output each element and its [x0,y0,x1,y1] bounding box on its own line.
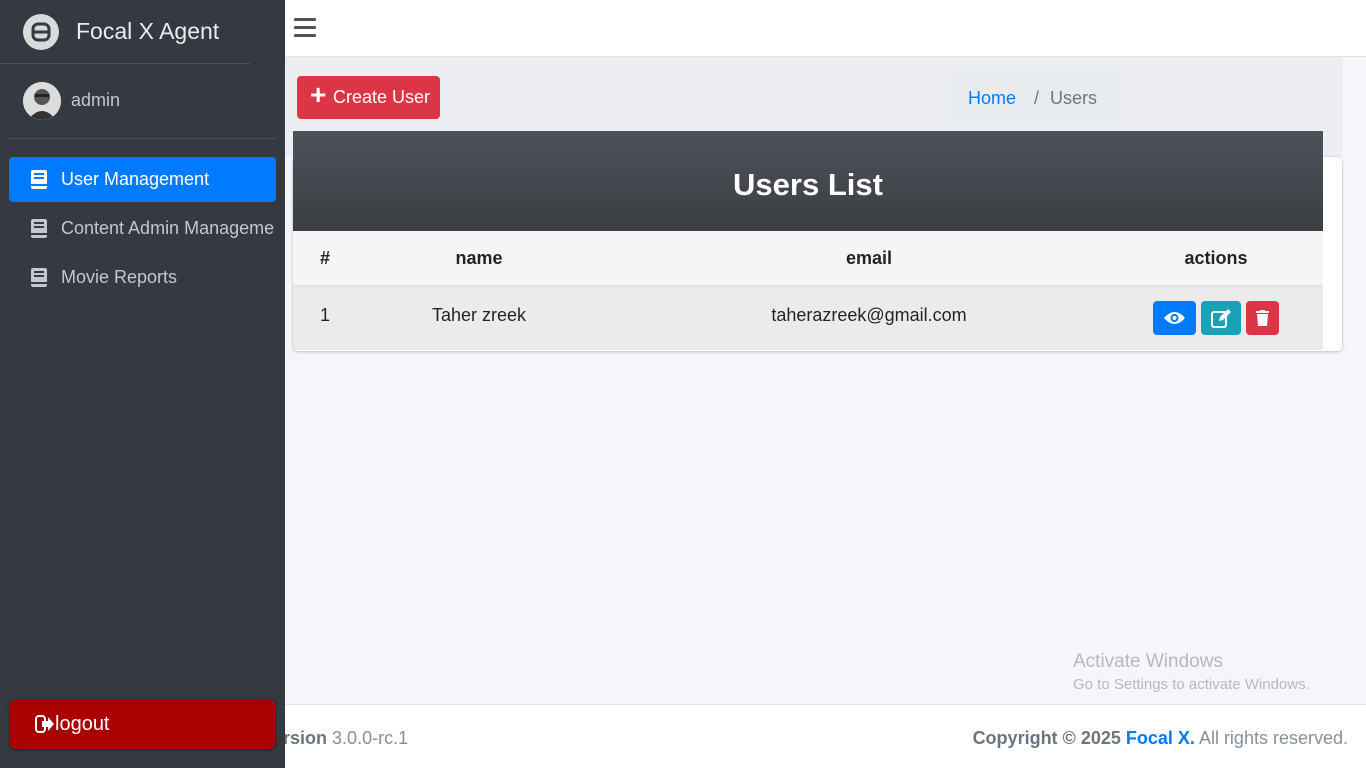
cell-id: 1 [319,305,331,325]
table-row: 1 Taher zreek taherazreek@gmail.com [293,287,1323,350]
version-value: 3.0.0-rc.1 [332,728,409,748]
user-panel[interactable]: admin [9,64,276,139]
plus-icon: + [310,79,327,110]
book-icon [31,268,47,287]
sidebar-item-user-management[interactable]: User Management [9,157,276,202]
table-header: # name email actions [293,231,1323,287]
copyright-suffix: All rights reserved. [1198,728,1348,748]
copyright: Copyright © 2025 Focal X. All rights res… [973,728,1348,749]
sidebar-item-movie-reports[interactable]: Movie Reports [9,255,276,300]
sidebar-nav: User Management Content Admin Manageme M… [9,157,276,304]
card-header: Users List [293,131,1323,231]
copyright-prefix: Copyright © 2025 [972,728,1121,748]
menu-toggle-icon[interactable] [294,18,316,38]
column-header-number: # [319,248,331,268]
activation-watermark-subtitle: Go to Settings to activate Windows. [1073,676,1310,693]
topbar [285,0,1366,57]
book-icon [31,170,47,189]
create-user-label: Create User [333,87,431,107]
sidebar-item-label: Movie Reports [61,267,178,287]
sign-out-icon [35,715,54,733]
cell-name: Taher zreek [431,305,527,325]
delete-button[interactable] [1246,301,1279,335]
card-title: Users List [733,167,883,202]
edit-button[interactable] [1201,301,1241,335]
sidebar-item-content-admin[interactable]: Content Admin Manageme [9,206,276,251]
logout-button[interactable]: logout [10,700,275,749]
brand-link[interactable]: Focal X Agent [0,0,250,64]
edit-icon [1211,309,1231,328]
user-name: admin [71,90,121,110]
eye-icon [1164,312,1185,324]
avatar [23,82,61,120]
trash-icon [1256,310,1269,326]
breadcrumb-current: Users [1050,88,1098,108]
footer: ersion 3.0.0-rc.1 Copyright © 2025 Focal… [273,704,1366,768]
sidebar-item-label: User Management [61,169,210,189]
sidebar: Focal X Agent admin User Management Cont… [0,0,285,768]
logout-label: logout [55,713,110,735]
create-user-button[interactable]: + Create User [297,76,440,119]
copyright-brand-link[interactable]: Focal X. [1126,728,1195,748]
activation-watermark-title: Activate Windows [1073,651,1223,672]
brand-text: Focal X Agent [76,18,220,44]
column-header-email: email [845,248,893,268]
breadcrumb-separator: / [1034,88,1040,108]
sidebar-item-label: Content Admin Manageme [61,218,275,238]
brand-logo-icon [23,14,59,50]
column-header-actions: actions [1184,248,1248,268]
version-info: ersion 3.0.0-rc.1 [273,728,408,749]
cell-email: taherazreek@gmail.com [771,305,967,325]
column-header-name: name [455,248,503,268]
breadcrumb: Home / Users [951,71,1121,126]
book-icon [31,219,47,238]
view-button[interactable] [1153,301,1196,335]
breadcrumb-home-link[interactable]: Home [968,88,1016,109]
